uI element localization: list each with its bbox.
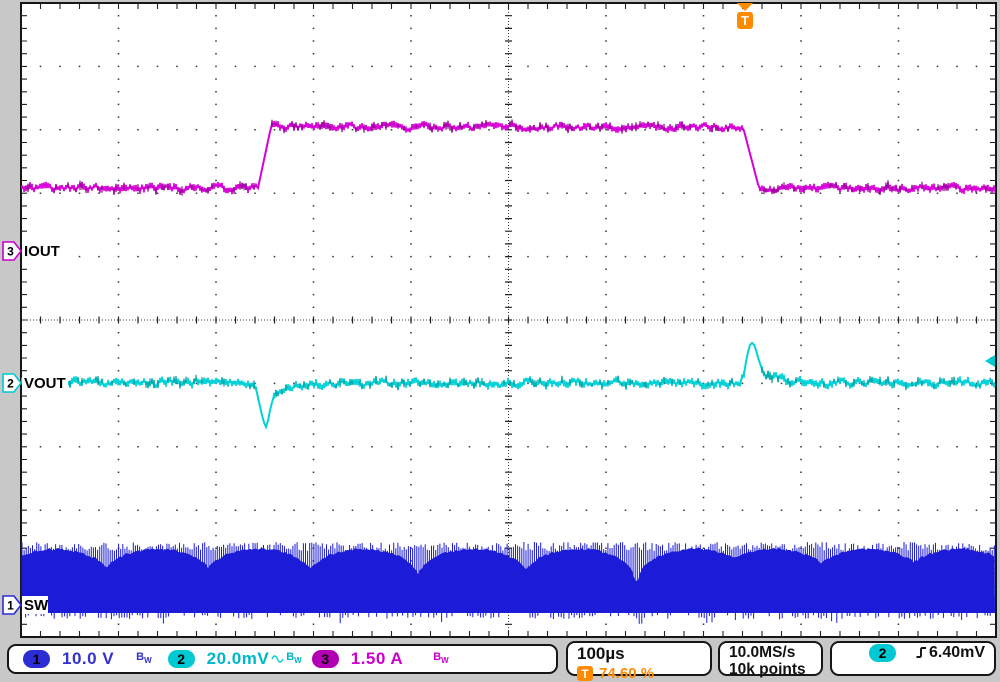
ch2-scale: 20.0mV [207, 649, 270, 669]
bw-w: W [441, 656, 449, 665]
trace-label-iout: IOUT [24, 243, 60, 260]
channel-readouts-box[interactable]: 1 10.0 V BW 2 20.0mV BW 3 1.50 A BW [7, 644, 558, 674]
bw-w: W [294, 656, 302, 665]
waveform-display: 3 2 1 IOUT VOUT SW T [0, 0, 1000, 640]
trace-label-vout: VOUT [24, 375, 66, 392]
ch2-badge[interactable]: 2 [168, 650, 195, 668]
bw-b: B [433, 651, 441, 663]
bandwidth-limit-icon: BW [286, 652, 302, 666]
bw-b: B [286, 651, 294, 663]
svg-text:2: 2 [7, 377, 14, 391]
timebase-scale: 100µs [577, 644, 701, 664]
trigger-t-icon: T [577, 666, 593, 681]
bw-b: B [136, 651, 144, 663]
svg-text:T: T [741, 13, 749, 28]
bandwidth-limit-icon: BW [136, 652, 152, 666]
trigger-level: 6.40mV [929, 644, 985, 662]
ch1-badge[interactable]: 1 [23, 650, 50, 668]
ch3-badge[interactable]: 3 [312, 650, 339, 668]
ch3-scale: 1.50 A [351, 649, 403, 669]
trigger-box[interactable]: 2 6.40mV [830, 641, 996, 676]
timebase-box[interactable]: 100µs T 74.60 % [566, 641, 712, 676]
trace-label-sw: SW [24, 597, 49, 614]
trigger-source-badge[interactable]: 2 [869, 644, 896, 662]
svg-text:3: 3 [7, 245, 14, 259]
acquisition-box[interactable]: 10.0MS/s 10k points [718, 641, 823, 676]
svg-text:1: 1 [7, 599, 14, 613]
ac-coupling-icon [271, 653, 284, 665]
record-length: 10k points [729, 661, 812, 678]
bw-w: W [144, 656, 152, 665]
bandwidth-limit-icon: BW [433, 652, 449, 666]
sample-rate: 10.0MS/s [729, 644, 812, 661]
trigger-position: 74.60 % [599, 665, 654, 682]
rising-edge-icon [914, 645, 929, 660]
ch1-scale: 10.0 V [62, 649, 114, 669]
